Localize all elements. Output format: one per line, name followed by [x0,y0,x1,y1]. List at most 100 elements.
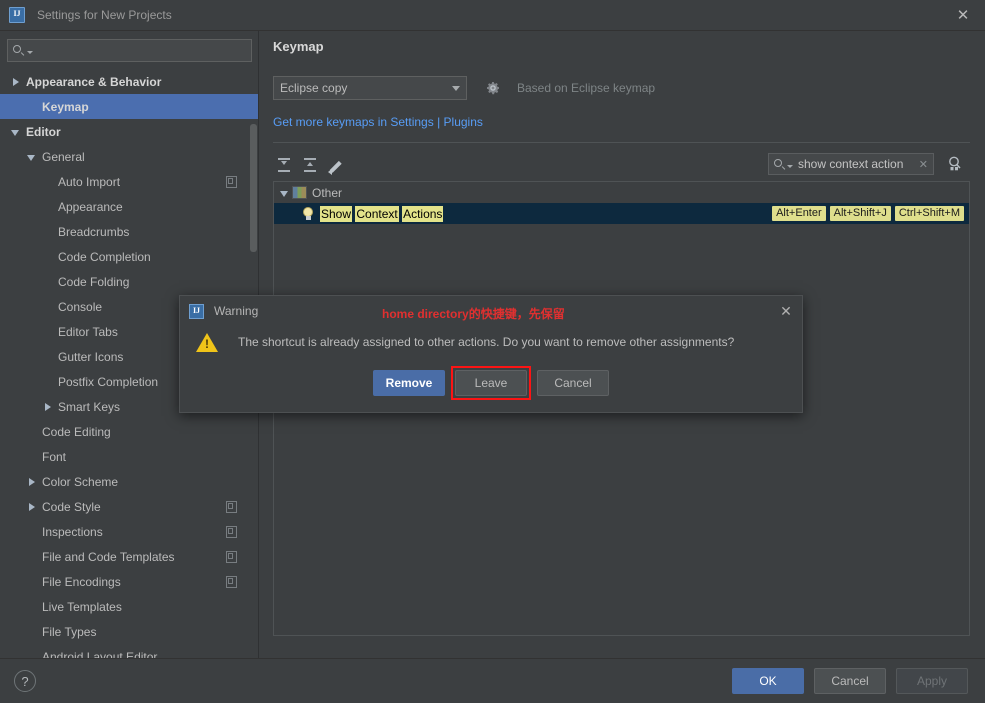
sidebar-item-label: Font [42,449,67,464]
sidebar-item-file-and-code-templates[interactable]: File and Code Templates [0,544,259,569]
gear-icon[interactable] [485,80,501,96]
chevron-right-icon[interactable] [26,501,38,513]
warning-triangle-icon [196,333,218,353]
get-more-keymaps-link[interactable]: Get more keymaps in Settings | Plugins [273,115,970,129]
sidebar-item-live-templates[interactable]: Live Templates [0,594,259,619]
intellij-idea-icon [9,7,25,23]
shortcut-badge[interactable]: Ctrl+Shift+M [894,206,964,221]
sidebar-item-label: Console [58,299,103,314]
sidebar-item-label: Code Editing [42,424,111,439]
sidebar-item-label: Code Completion [58,249,151,264]
search-icon [13,44,26,57]
close-icon[interactable]: ✕ [770,296,802,326]
remove-button[interactable]: Remove [373,370,445,396]
sidebar-item-label: File and Code Templates [42,549,175,564]
copy-settings-icon[interactable] [226,500,237,513]
collapse-all-icon[interactable] [299,154,321,176]
sidebar-item-label: Appearance [58,199,123,214]
sidebar-item-label: Postfix Completion [58,374,159,389]
sidebar-item-label: Color Scheme [42,474,119,489]
keymap-action-row[interactable]: Show Context Actions Alt+Enter Alt+Shift+… [274,203,969,224]
sidebar-item-color-scheme[interactable]: Color Scheme [0,469,259,494]
chevron-down-icon[interactable] [26,151,38,163]
sidebar-search-wrapper [0,31,259,68]
intellij-idea-icon [189,303,204,319]
find-shortcut-icon[interactable] [946,155,964,173]
keymap-select[interactable]: Eclipse copy [273,76,467,100]
copy-settings-icon[interactable] [226,550,237,563]
keymap-search-box[interactable]: show context action ✕ [768,153,934,175]
sidebar-item-editor[interactable]: Editor [0,119,259,144]
copy-settings-icon[interactable] [226,575,237,588]
sidebar-item-file-encodings[interactable]: File Encodings [0,569,259,594]
sidebar-item-appearance[interactable]: Appearance [0,194,259,219]
sidebar-scrollbar[interactable] [250,124,257,252]
clear-search-icon[interactable]: ✕ [914,158,933,171]
sidebar-item-font[interactable]: Font [0,444,259,469]
copy-settings-icon[interactable] [226,175,237,188]
chevron-down-icon [452,85,460,91]
expand-all-icon[interactable] [273,154,295,176]
lightbulb-icon [302,206,314,221]
panel-divider [273,142,970,143]
sidebar-item-label: Code Folding [58,274,130,289]
help-button[interactable]: ? [14,670,36,692]
shortcut-badge[interactable]: Alt+Shift+J [829,206,891,221]
sidebar-item-label: Live Templates [42,599,122,614]
keymap-search-input[interactable]: show context action [793,157,914,171]
leave-button[interactable]: Leave [451,366,531,400]
chevron-right-icon[interactable] [42,401,54,413]
copy-settings-icon[interactable] [226,525,237,538]
chevron-down-icon[interactable] [278,186,292,200]
sidebar-item-label: File Encodings [42,574,121,589]
keymap-action-label: Show Context Actions [320,205,444,222]
shortcut-badge[interactable]: Alt+Enter [772,206,826,221]
pencil-icon[interactable] [325,154,347,176]
keymap-controls-row: Eclipse copy Based on Eclipse keymap [273,76,970,100]
sidebar-item-file-types[interactable]: File Types [0,619,259,644]
sidebar-item-code-editing[interactable]: Code Editing [0,419,259,444]
sidebar-item-code-completion[interactable]: Code Completion [0,244,259,269]
sidebar-item-label: Editor Tabs [58,324,118,339]
sidebar-search-box[interactable] [7,39,252,62]
sidebar-item-breadcrumbs[interactable]: Breadcrumbs [0,219,259,244]
sidebar-item-label: Inspections [42,524,103,539]
ok-button[interactable]: OK [732,668,804,694]
sidebar-item-label: Breadcrumbs [58,224,130,239]
sidebar-item-code-style[interactable]: Code Style [0,494,259,519]
chevron-down-icon[interactable] [10,126,22,138]
keymap-group-label: Other [312,185,343,200]
sidebar-item-label: Keymap [42,99,89,114]
sidebar-item-code-folding[interactable]: Code Folding [0,269,259,294]
cancel-button[interactable]: Cancel [537,370,609,396]
chevron-right-icon[interactable] [26,476,38,488]
keymap-group-row[interactable]: Other [274,182,969,203]
sidebar-item-keymap[interactable]: Keymap [0,94,259,119]
search-input[interactable] [33,42,251,59]
search-match-highlight: Show [320,205,353,222]
cancel-button[interactable]: Cancel [814,668,886,694]
find-shortcut-icon-svg [949,156,961,171]
apply-button[interactable]: Apply [896,668,968,694]
chevron-right-icon[interactable] [10,76,22,88]
sidebar-item-label: Smart Keys [58,399,121,414]
sidebar-item-auto-import[interactable]: Auto Import [0,169,259,194]
close-icon[interactable]: ✕ [941,0,985,31]
sidebar-item-appearance-behavior[interactable]: Appearance & Behavior [0,69,259,94]
sidebar-item-label: Editor [26,124,61,139]
sidebar-item-label: Auto Import [58,174,121,189]
sidebar-item-inspections[interactable]: Inspections [0,519,259,544]
sidebar-item-general[interactable]: General [0,144,259,169]
sidebar-item-android-layout-editor[interactable]: Android Layout Editor [0,644,259,659]
sidebar-item-label: Gutter Icons [58,349,124,364]
